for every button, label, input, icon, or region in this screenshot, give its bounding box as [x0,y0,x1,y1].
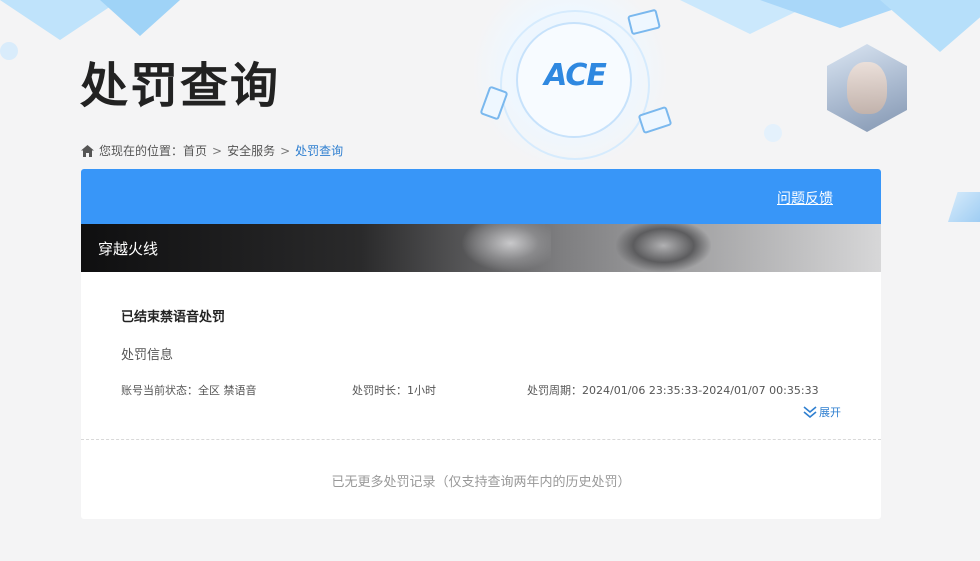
decor-triangle [100,0,180,36]
character-portrait [847,62,887,114]
feedback-link[interactable]: 问题反馈 [777,188,833,208]
breadcrumb-home[interactable]: 首页 [183,142,207,159]
game-name: 穿越火线 [98,240,159,258]
expand-label: 展开 [819,406,841,419]
decor-dot [0,42,18,60]
page-root: ACE 处罚查询 您现在的位置： 首页 > 安全服务 > 处罚查询 问题反馈 穿… [0,0,980,561]
decor-triangle [880,0,980,52]
character-hex-avatar [827,44,907,132]
breadcrumb-separator: > [212,143,223,158]
penalty-panel: 问题反馈 穿越火线 已结束禁语音处罚 处罚信息 账号当前状态：全区 禁语音 处罚… [81,169,881,519]
banner-character [616,224,711,272]
breadcrumb: 您现在的位置： 首页 > 安全服务 > 处罚查询 [81,142,343,159]
record-info-label: 处罚信息 [121,348,174,363]
breadcrumb-prefix: 您现在的位置： [99,144,184,158]
penalty-period: 处罚周期：2024/01/06 23:35:33-2024/01/07 00:3… [527,384,819,397]
breadcrumb-security-service[interactable]: 安全服务 [227,142,275,159]
account-status: 账号当前状态：全区 禁语音 [121,384,257,397]
expand-button[interactable]: 展开 [803,404,841,420]
page-title: 处罚查询 [80,58,281,114]
double-chevron-down-icon [803,406,817,418]
ace-logo: ACE [544,58,607,93]
breadcrumb-current[interactable]: 处罚查询 [295,142,343,159]
penalty-record: 已结束禁语音处罚 处罚信息 账号当前状态：全区 禁语音 处罚时长：1小时 处罚周… [81,272,881,440]
no-more-records-note: 已无更多处罚记录（仅支持查询两年内的历史处罚） [331,475,631,490]
record-title: 已结束禁语音处罚 [121,310,226,325]
home-icon [81,144,94,157]
decor-crystal [948,192,980,222]
panel-header: 问题反馈 [81,169,881,224]
breadcrumb-separator: > [280,143,291,158]
game-banner: 穿越火线 [81,224,881,272]
penalty-duration: 处罚时长：1小时 [352,384,436,397]
banner-character [461,224,551,272]
decor-dot [764,124,782,142]
